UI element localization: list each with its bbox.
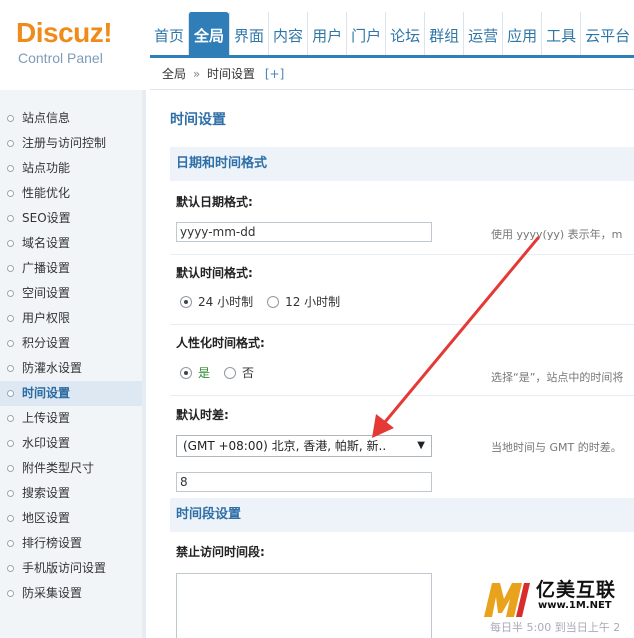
nav-tab-2[interactable]: 界面 (229, 12, 268, 56)
sidebar-item-2[interactable]: 站点功能 (0, 156, 142, 181)
sidebar-item-16[interactable]: 地区设置 (0, 506, 142, 531)
breadcrumb-current: 时间设置 (207, 67, 256, 81)
time-format-label: 默认时间格式: (176, 266, 253, 280)
logo-main-text: Discuz! (16, 17, 113, 48)
add-shortcut-button[interactable]: [+] (265, 67, 284, 81)
date-format-hint: 使用 yyyy(yy) 表示年，m (491, 228, 623, 241)
breadcrumb-separator: » (192, 67, 201, 81)
timezone-selected-value: (GMT +08:00) 北京, 香港, 帕斯, 新.. (183, 439, 387, 453)
sidebar-item-9[interactable]: 积分设置 (0, 331, 142, 356)
breadcrumb-root[interactable]: 全局 (162, 67, 186, 81)
forbid-time-label: 禁止访问时间段: (176, 545, 265, 559)
row-divider (170, 395, 634, 396)
humanize-radio-group: 是 否 (180, 364, 268, 381)
sidebar-item-10[interactable]: 防灌水设置 (0, 356, 142, 381)
watermark-title: 亿美互联 (536, 579, 617, 601)
timezone-select[interactable]: (GMT +08:00) 北京, 香港, 帕斯, 新.. ▼ (176, 435, 432, 457)
top-nav: 首页 全局 界面 内容 用户 门户 论坛 群组 运营 应用 工具 云平台 (150, 12, 634, 56)
sidebar-item-6[interactable]: 广播设置 (0, 256, 142, 281)
nav-tab-8[interactable]: 运营 (463, 12, 502, 56)
header: Discuz! Control Panel 首页 全局 界面 内容 用户 门户 论坛 群组 运营… (0, 0, 634, 90)
nav-tab-6[interactable]: 论坛 (385, 12, 424, 56)
section-datetime-format: 日期和时间格式 (170, 147, 634, 181)
time-format-radio-group: 24 小时制 12 小时制 (180, 293, 354, 310)
time-format-12h-radio[interactable] (267, 295, 280, 308)
nav-tab-5[interactable]: 门户 (346, 12, 385, 56)
date-format-input[interactable]: yyyy-mm-dd (176, 222, 432, 242)
nav-tab-1[interactable]: 全局 (188, 12, 230, 56)
time-format-12h-label[interactable]: 12 小时制 (285, 293, 340, 310)
sidebar-item-4[interactable]: SEO设置 (0, 206, 142, 231)
humanize-no-radio[interactable] (224, 366, 237, 379)
sidebar-item-8[interactable]: 用户权限 (0, 306, 142, 331)
sidebar-item-19[interactable]: 防采集设置 (0, 581, 142, 606)
nav-tab-0[interactable]: 首页 (150, 12, 188, 56)
sidebar-item-5[interactable]: 域名设置 (0, 231, 142, 256)
humanize-time-label: 人性化时间格式: (176, 336, 265, 350)
dropdown-arrow-icon: ▼ (417, 440, 425, 451)
sidebar-item-12[interactable]: 上传设置 (0, 406, 142, 431)
nav-tab-7[interactable]: 群组 (424, 12, 463, 56)
watermark-logo-icon (484, 583, 530, 617)
sidebar-item-0[interactable]: 站点信息 (0, 106, 142, 131)
breadcrumb: 全局 » 时间设置 [+] (150, 58, 634, 90)
main-content: 时间设置 日期和时间格式 默认日期格式: yyyy-mm-dd 使用 yyyy(… (150, 91, 634, 638)
nav-tab-9[interactable]: 应用 (502, 12, 541, 56)
timezone-hint: 当地时间与 GMT 的时差。 (491, 441, 622, 454)
forbid-time-textarea[interactable] (176, 573, 432, 638)
timezone-offset-input[interactable]: 8 (176, 472, 432, 492)
logo-sub-text: Control Panel (18, 50, 103, 66)
discuz-logo[interactable]: Discuz! Control Panel (16, 17, 113, 67)
sidebar-item-11[interactable]: 时间设置 (0, 381, 142, 406)
sidebar-item-13[interactable]: 水印设置 (0, 431, 142, 456)
humanize-hint: 选择“是”，站点中的时间将 (491, 371, 624, 384)
sidebar-item-17[interactable]: 排行榜设置 (0, 531, 142, 556)
sidebar-item-18[interactable]: 手机版访问设置 (0, 556, 142, 581)
sidebar-item-15[interactable]: 搜索设置 (0, 481, 142, 506)
nav-tab-4[interactable]: 用户 (307, 12, 346, 56)
sidebar-item-14[interactable]: 附件类型尺寸 (0, 456, 142, 481)
humanize-no-label[interactable]: 否 (242, 364, 254, 381)
sidebar-item-7[interactable]: 空间设置 (0, 281, 142, 306)
timezone-label: 默认时差: (176, 408, 229, 422)
time-format-24h-label[interactable]: 24 小时制 (198, 293, 253, 310)
sidebar-item-3[interactable]: 性能优化 (0, 181, 142, 206)
row-divider (170, 254, 634, 255)
watermark-ghost-text: 每日半 5:00 到当日上午 2 (490, 621, 621, 634)
date-format-label: 默认日期格式: (176, 195, 253, 209)
nav-tab-11[interactable]: 云平台 (580, 12, 634, 56)
humanize-yes-label[interactable]: 是 (198, 364, 210, 381)
page-title: 时间设置 (170, 112, 226, 128)
humanize-yes-radio[interactable] (180, 366, 192, 379)
sidebar-item-1[interactable]: 注册与访问控制 (0, 131, 142, 156)
section-time-period: 时间段设置 (170, 498, 634, 532)
nav-tab-3[interactable]: 内容 (268, 12, 307, 56)
time-format-24h-radio[interactable] (180, 295, 192, 308)
sidebar: 站点信息 注册与访问控制 站点功能 性能优化 SEO设置 域名设置 广播设置 空间设置 用户权限… (0, 90, 146, 638)
watermark-url: www.1M.NET (538, 600, 612, 611)
row-divider (170, 324, 634, 325)
nav-tab-10[interactable]: 工具 (541, 12, 580, 56)
